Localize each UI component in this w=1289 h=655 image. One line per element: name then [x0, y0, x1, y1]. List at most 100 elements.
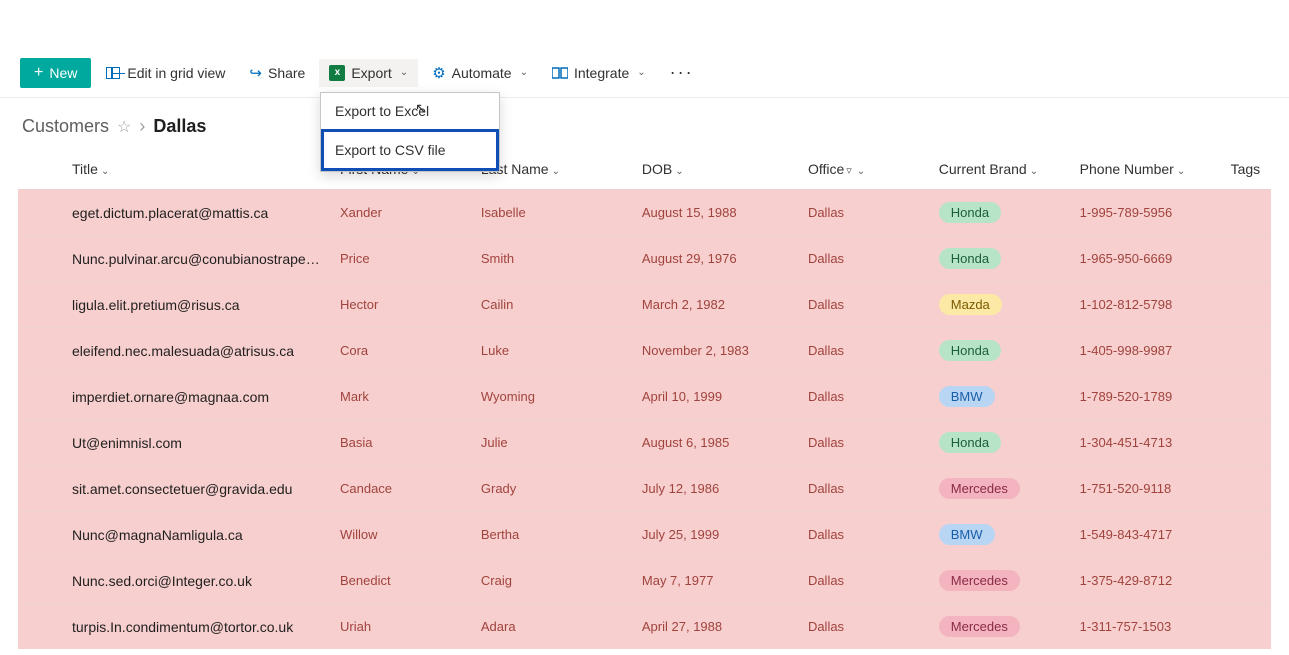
- cell-tags[interactable]: [1221, 466, 1271, 512]
- cell-dob[interactable]: April 27, 1988: [632, 604, 798, 650]
- col-header-brand[interactable]: Current Brand⌄: [929, 147, 1070, 190]
- cell-dob[interactable]: August 15, 1988: [632, 190, 798, 236]
- automate-button[interactable]: ⚙ Automate ⌄: [422, 58, 538, 88]
- cell-office[interactable]: Dallas: [798, 558, 929, 604]
- cell-brand[interactable]: Mercedes: [929, 466, 1070, 512]
- cell-brand[interactable]: Honda: [929, 420, 1070, 466]
- cell-brand[interactable]: Mercedes: [929, 604, 1070, 650]
- table-row[interactable]: eget.dictum.placerat@mattis.caXanderIsab…: [18, 190, 1271, 236]
- cell-office[interactable]: Dallas: [798, 190, 929, 236]
- col-header-phone[interactable]: Phone Number⌄: [1070, 147, 1221, 190]
- export-button[interactable]: x Export ⌄: [319, 59, 418, 87]
- cell-title[interactable]: turpis.In.condimentum@tortor.co.uk: [18, 604, 330, 650]
- cell-title[interactable]: Nunc.pulvinar.arcu@conubianostraper.edu: [18, 236, 330, 282]
- table-row[interactable]: ligula.elit.pretium@risus.caHectorCailin…: [18, 282, 1271, 328]
- cell-office[interactable]: Dallas: [798, 604, 929, 650]
- cell-first-name[interactable]: Xander: [330, 190, 471, 236]
- cell-last-name[interactable]: Julie: [471, 420, 632, 466]
- cell-last-name[interactable]: Grady: [471, 466, 632, 512]
- cell-tags[interactable]: [1221, 604, 1271, 650]
- cell-phone[interactable]: 1-789-520-1789: [1070, 374, 1221, 420]
- cell-dob[interactable]: May 7, 1977: [632, 558, 798, 604]
- cell-office[interactable]: Dallas: [798, 374, 929, 420]
- more-button[interactable]: ···: [660, 56, 704, 89]
- cell-title[interactable]: eleifend.nec.malesuada@atrisus.ca: [18, 328, 330, 374]
- cell-tags[interactable]: [1221, 190, 1271, 236]
- export-csv-item[interactable]: Export to CSV file: [321, 129, 499, 171]
- cell-dob[interactable]: July 12, 1986: [632, 466, 798, 512]
- cell-dob[interactable]: August 29, 1976: [632, 236, 798, 282]
- cell-brand[interactable]: Honda: [929, 236, 1070, 282]
- cell-title[interactable]: eget.dictum.placerat@mattis.ca: [18, 190, 330, 236]
- col-header-title[interactable]: Title⌄: [18, 147, 330, 190]
- cell-office[interactable]: Dallas: [798, 328, 929, 374]
- cell-phone[interactable]: 1-304-451-4713: [1070, 420, 1221, 466]
- cell-brand[interactable]: Mercedes: [929, 558, 1070, 604]
- cell-dob[interactable]: August 6, 1985: [632, 420, 798, 466]
- cell-last-name[interactable]: Luke: [471, 328, 632, 374]
- table-row[interactable]: Nunc.pulvinar.arcu@conubianostraper.eduP…: [18, 236, 1271, 282]
- cell-last-name[interactable]: Smith: [471, 236, 632, 282]
- cell-phone[interactable]: 1-375-429-8712: [1070, 558, 1221, 604]
- cell-office[interactable]: Dallas: [798, 420, 929, 466]
- cell-office[interactable]: Dallas: [798, 282, 929, 328]
- cell-last-name[interactable]: Isabelle: [471, 190, 632, 236]
- cell-last-name[interactable]: Craig: [471, 558, 632, 604]
- cell-dob[interactable]: November 2, 1983: [632, 328, 798, 374]
- cell-first-name[interactable]: Price: [330, 236, 471, 282]
- cell-phone[interactable]: 1-405-998-9987: [1070, 328, 1221, 374]
- cell-brand[interactable]: Honda: [929, 328, 1070, 374]
- cell-brand[interactable]: BMW: [929, 512, 1070, 558]
- cell-last-name[interactable]: Cailin: [471, 282, 632, 328]
- integrate-button[interactable]: Integrate ⌄: [542, 59, 656, 87]
- table-row[interactable]: Nunc@magnaNamligula.caWillowBerthaJuly 2…: [18, 512, 1271, 558]
- cell-dob[interactable]: April 10, 1999: [632, 374, 798, 420]
- cell-tags[interactable]: [1221, 420, 1271, 466]
- table-row[interactable]: sit.amet.consectetuer@gravida.eduCandace…: [18, 466, 1271, 512]
- cell-office[interactable]: Dallas: [798, 512, 929, 558]
- cell-tags[interactable]: [1221, 236, 1271, 282]
- cell-last-name[interactable]: Wyoming: [471, 374, 632, 420]
- cell-office[interactable]: Dallas: [798, 236, 929, 282]
- cell-first-name[interactable]: Cora: [330, 328, 471, 374]
- cell-first-name[interactable]: Benedict: [330, 558, 471, 604]
- cell-tags[interactable]: [1221, 512, 1271, 558]
- cell-dob[interactable]: July 25, 1999: [632, 512, 798, 558]
- cell-brand[interactable]: Honda: [929, 190, 1070, 236]
- cell-title[interactable]: Ut@enimnisl.com: [18, 420, 330, 466]
- cell-phone[interactable]: 1-311-757-1503: [1070, 604, 1221, 650]
- cell-first-name[interactable]: Willow: [330, 512, 471, 558]
- cell-first-name[interactable]: Mark: [330, 374, 471, 420]
- cell-first-name[interactable]: Uriah: [330, 604, 471, 650]
- export-excel-item[interactable]: Export to Excel: [321, 93, 499, 129]
- cell-tags[interactable]: [1221, 282, 1271, 328]
- cell-phone[interactable]: 1-751-520-9118: [1070, 466, 1221, 512]
- favorite-icon[interactable]: ☆: [117, 117, 131, 137]
- cell-first-name[interactable]: Hector: [330, 282, 471, 328]
- cell-last-name[interactable]: Adara: [471, 604, 632, 650]
- cell-dob[interactable]: March 2, 1982: [632, 282, 798, 328]
- cell-title[interactable]: Nunc@magnaNamligula.ca: [18, 512, 330, 558]
- breadcrumb-list[interactable]: Customers: [22, 116, 109, 137]
- table-row[interactable]: Ut@enimnisl.comBasiaJulieAugust 6, 1985D…: [18, 420, 1271, 466]
- cell-title[interactable]: Nunc.sed.orci@Integer.co.uk: [18, 558, 330, 604]
- cell-tags[interactable]: [1221, 558, 1271, 604]
- cell-phone[interactable]: 1-549-843-4717: [1070, 512, 1221, 558]
- col-header-office[interactable]: Office▿⌄: [798, 147, 929, 190]
- cell-tags[interactable]: [1221, 374, 1271, 420]
- table-row[interactable]: eleifend.nec.malesuada@atrisus.caCoraLuk…: [18, 328, 1271, 374]
- share-button[interactable]: ↪ Share: [239, 58, 315, 88]
- cell-brand[interactable]: Mazda: [929, 282, 1070, 328]
- cell-last-name[interactable]: Bertha: [471, 512, 632, 558]
- cell-office[interactable]: Dallas: [798, 466, 929, 512]
- col-header-tags[interactable]: Tags: [1221, 147, 1271, 190]
- cell-first-name[interactable]: Basia: [330, 420, 471, 466]
- cell-brand[interactable]: BMW: [929, 374, 1070, 420]
- cell-title[interactable]: sit.amet.consectetuer@gravida.edu: [18, 466, 330, 512]
- table-row[interactable]: Nunc.sed.orci@Integer.co.ukBenedictCraig…: [18, 558, 1271, 604]
- edit-grid-button[interactable]: Edit in grid view: [95, 59, 235, 87]
- cell-first-name[interactable]: Candace: [330, 466, 471, 512]
- cell-title[interactable]: imperdiet.ornare@magnaa.com: [18, 374, 330, 420]
- col-header-dob[interactable]: DOB⌄: [632, 147, 798, 190]
- cell-title[interactable]: ligula.elit.pretium@risus.ca: [18, 282, 330, 328]
